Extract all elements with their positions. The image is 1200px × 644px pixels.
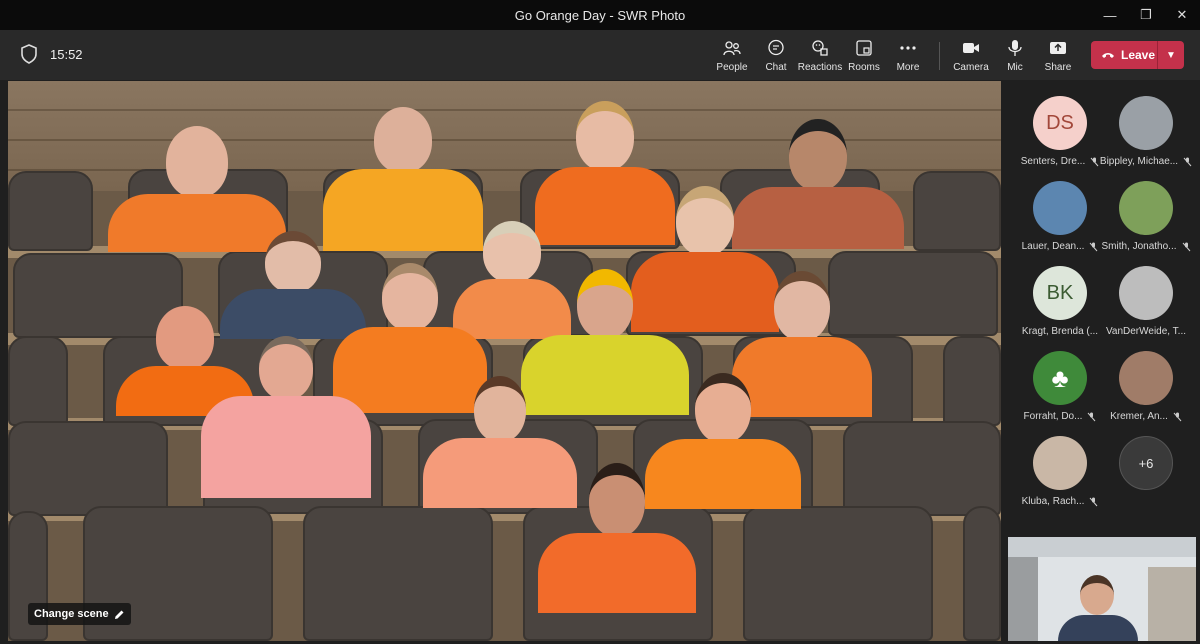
mic-muted-icon [1173, 412, 1182, 421]
camera-button[interactable]: Camera [947, 36, 995, 76]
participant-tile[interactable]: Kremer, An... [1101, 351, 1191, 436]
leave-label: Leave [1121, 48, 1156, 62]
avatar: ♣ [1033, 351, 1087, 405]
overflow-count: +6 [1119, 436, 1173, 490]
seat [303, 506, 493, 641]
participant-gallery: DS Senters, Dre... Bippley, Michae... La… [1005, 81, 1200, 644]
avatar [1119, 181, 1173, 235]
leave-button[interactable]: Leave [1091, 41, 1157, 69]
participant-name: VanDerWeide, T... [1105, 326, 1187, 337]
participant-name: Kluba, Rach... [1021, 496, 1085, 507]
participant-tile[interactable]: Lauer, Dean... [1015, 181, 1105, 266]
seat [963, 506, 1001, 641]
participant-tile[interactable]: Kluba, Rach... [1015, 436, 1105, 521]
participant-name: Kremer, An... [1110, 411, 1168, 422]
meeting-timer: 15:52 [50, 47, 83, 62]
mic-muted-icon [1182, 242, 1190, 251]
mic-muted-icon [1090, 242, 1098, 251]
change-scene-label: Change scene [34, 608, 109, 620]
overflow-participants-button[interactable]: +6 [1101, 436, 1191, 521]
camera-label: Camera [953, 62, 989, 73]
toolbar-divider [939, 42, 940, 70]
participant-video [538, 463, 696, 613]
rooms-button[interactable]: Rooms [840, 36, 888, 76]
participant-tile[interactable]: VanDerWeide, T... [1101, 266, 1191, 351]
seat [8, 421, 168, 516]
change-scene-button[interactable]: Change scene [28, 603, 131, 625]
close-icon[interactable]: ✕ [1164, 0, 1200, 30]
participant-name: Lauer, Dean... [1021, 241, 1085, 252]
seat [913, 171, 1001, 251]
participant-name: Bippley, Michae... [1099, 156, 1179, 167]
participant-video [201, 336, 371, 498]
together-mode-stage: Change scene [8, 81, 1001, 641]
hang-up-icon [1102, 53, 1114, 58]
mic-muted-icon [1090, 497, 1098, 506]
seat [8, 171, 93, 251]
shield-icon [21, 44, 37, 64]
reactions-button[interactable]: Reactions [796, 36, 844, 76]
chat-label: Chat [765, 62, 787, 73]
chat-button[interactable]: Chat [752, 36, 800, 76]
reactions-icon [812, 40, 828, 56]
avatar [1033, 436, 1087, 490]
mic-button[interactable]: Mic [991, 36, 1039, 76]
minimize-icon[interactable]: — [1092, 0, 1128, 30]
seat [943, 336, 1001, 426]
window-titlebar: Go Orange Day - SWR Photo — ❐ ✕ [0, 0, 1200, 30]
avatar [1119, 351, 1173, 405]
seat [8, 336, 68, 426]
avatar [1119, 96, 1173, 150]
meeting-toolbar: 15:52 People Chat Reactions Rooms More C… [0, 30, 1200, 80]
participant-tile[interactable]: Bippley, Michae... [1099, 96, 1192, 181]
window-controls: — ❐ ✕ [1092, 0, 1200, 30]
people-label: People [716, 62, 748, 73]
reactions-label: Reactions [797, 62, 843, 73]
avatar: DS [1033, 96, 1087, 150]
participant-name: Forraht, Do... [1023, 411, 1083, 422]
avatar [1119, 266, 1173, 320]
window-title: Go Orange Day - SWR Photo [514, 7, 686, 23]
participant-tile[interactable]: ♣ Forraht, Do... [1015, 351, 1105, 436]
rooms-label: Rooms [848, 62, 880, 73]
participant-name: Senters, Dre... [1020, 156, 1086, 167]
microphone-icon [1008, 40, 1022, 56]
participant-tile[interactable]: Smith, Jonatho... [1101, 181, 1191, 266]
share-button[interactable]: Share [1034, 36, 1082, 76]
avatar-initials: BK [1046, 281, 1074, 304]
mic-muted-icon [1183, 157, 1192, 166]
self-view-video [1008, 537, 1196, 641]
mic-muted-icon [1090, 157, 1099, 166]
chevron-down-icon[interactable]: ▼ [1158, 50, 1184, 61]
people-icon [723, 41, 741, 56]
pencil-icon [114, 610, 124, 619]
participant-name: Smith, Jonatho... [1101, 241, 1177, 252]
avatar-initials: DS [1046, 111, 1074, 134]
participant-name: Kragt, Brenda (... [1021, 326, 1099, 337]
mic-label: Mic [1007, 62, 1023, 73]
wall-plank [8, 109, 1001, 111]
people-button[interactable]: People [708, 36, 756, 76]
participant-tile[interactable]: BK Kragt, Brenda (... [1015, 266, 1105, 351]
avatar [1033, 181, 1087, 235]
leave-button-group: Leave ▼ [1091, 41, 1184, 69]
share-label: Share [1044, 62, 1072, 73]
seat [843, 421, 1001, 516]
seat [743, 506, 933, 641]
camera-icon [963, 43, 979, 53]
chat-icon [768, 39, 784, 56]
rooms-icon [856, 40, 872, 56]
share-icon [1050, 42, 1066, 54]
more-button[interactable]: More [884, 36, 932, 76]
mic-muted-icon [1088, 412, 1096, 421]
participant-tile[interactable]: DS Senters, Dre... [1015, 96, 1105, 181]
clover-icon: ♣ [1051, 362, 1069, 393]
avatar: BK [1033, 266, 1087, 320]
more-label: More [896, 62, 920, 73]
restore-icon[interactable]: ❐ [1128, 0, 1164, 30]
more-icon [900, 46, 916, 50]
